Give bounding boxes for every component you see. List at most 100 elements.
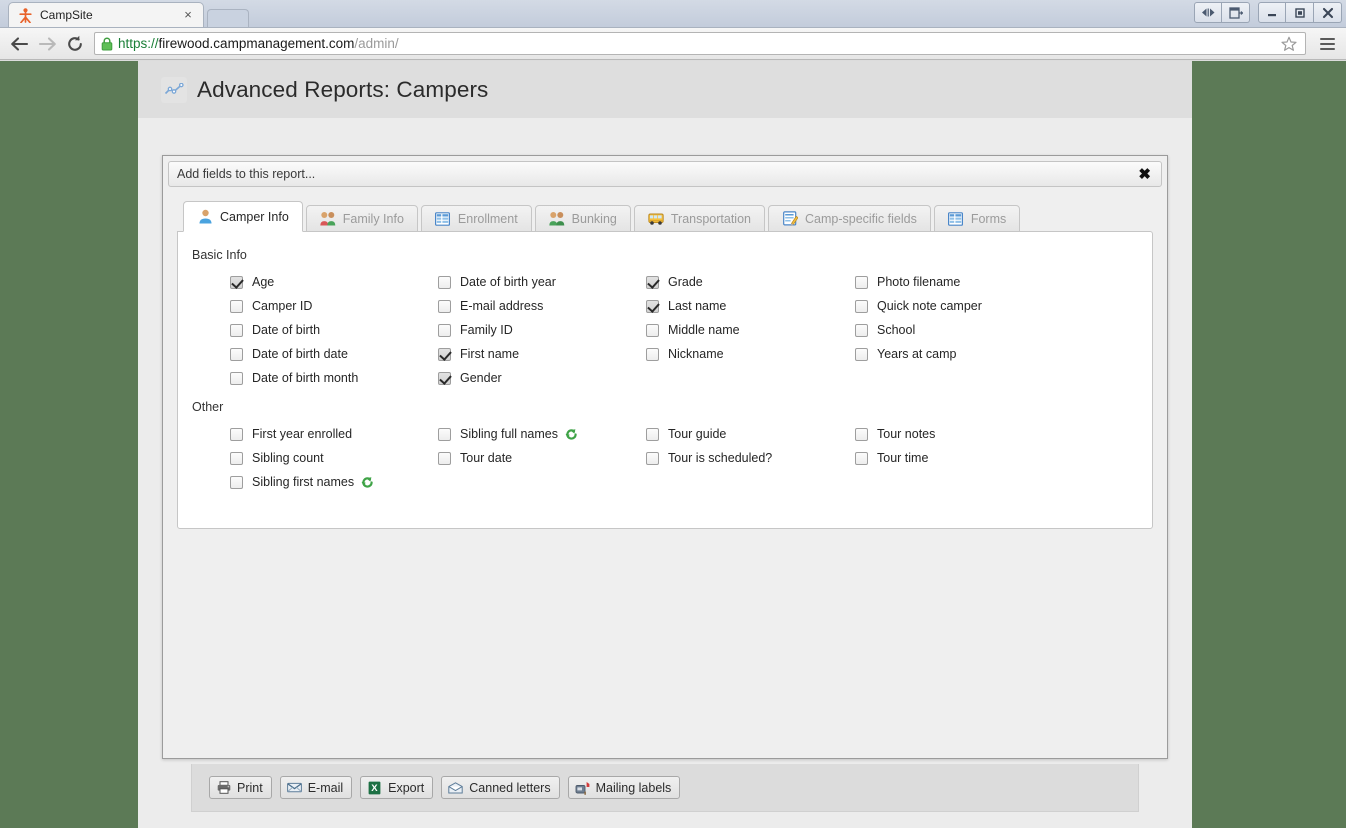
field-group-label: Basic Info — [192, 248, 247, 262]
mailbox-icon — [575, 780, 590, 795]
field-checkbox-nickname[interactable]: Nickname — [608, 345, 817, 363]
checkbox-input[interactable] — [855, 427, 868, 441]
checkbox-input[interactable] — [646, 275, 659, 289]
field-checkbox-label: Tour time — [877, 451, 929, 465]
checkbox-input[interactable] — [438, 451, 451, 465]
star-icon[interactable] — [1281, 36, 1297, 55]
checkbox-input[interactable] — [438, 427, 451, 441]
field-checkbox-tour-date[interactable]: Tour date — [400, 449, 608, 467]
back-arrow-icon[interactable] — [6, 31, 32, 57]
field-tab-camp-specific-fields[interactable]: Camp-specific fields — [768, 205, 931, 232]
field-checkbox-grade[interactable]: Grade — [608, 273, 817, 291]
checkbox-input[interactable] — [438, 299, 451, 313]
field-checkbox-sibling-count[interactable]: Sibling count — [192, 449, 400, 467]
checkbox-input[interactable] — [855, 323, 868, 337]
field-checkbox-date-of-birth-month[interactable]: Date of birth month — [192, 369, 400, 387]
checkbox-input[interactable] — [230, 451, 243, 465]
field-checkbox-sibling-full-names[interactable]: Sibling full names — [400, 425, 608, 443]
checkbox-input[interactable] — [230, 323, 243, 337]
field-tab-bunking[interactable]: Bunking — [534, 205, 631, 232]
field-tab-camper-info[interactable]: Camper Info — [183, 201, 303, 232]
field-checkbox-tour-is-scheduled[interactable]: Tour is scheduled? — [608, 449, 817, 467]
green-refresh-icon — [565, 428, 578, 441]
browser-tab-campsite[interactable]: CampSite × — [8, 2, 204, 27]
field-checkbox-label: Middle name — [668, 323, 740, 337]
field-checkbox-age[interactable]: Age — [192, 273, 400, 291]
field-tab-forms[interactable]: Forms — [933, 205, 1021, 232]
field-checkbox-label: Sibling full names — [460, 427, 558, 441]
field-checkbox-family-id[interactable]: Family ID — [400, 321, 608, 339]
checkbox-input[interactable] — [438, 323, 451, 337]
close-icon[interactable]: ✖ — [1136, 167, 1153, 182]
school-bus-icon — [648, 211, 664, 227]
field-checkbox-gender[interactable]: Gender — [400, 369, 608, 387]
field-checkbox-first-year-enrolled[interactable]: First year enrolled — [192, 425, 400, 443]
field-checkbox-quick-note-camper[interactable]: Quick note camper — [817, 297, 1027, 315]
field-checkbox-label: Date of birth date — [252, 347, 348, 361]
checkbox-input[interactable] — [646, 347, 659, 361]
field-checkbox-first-name[interactable]: First name — [400, 345, 608, 363]
family-icon — [320, 211, 336, 227]
e-mail-button[interactable]: E-mail — [279, 776, 353, 799]
checkbox-input[interactable] — [855, 299, 868, 313]
checkbox-input[interactable] — [855, 275, 868, 289]
field-checkbox-years-at-camp[interactable]: Years at camp — [817, 345, 1027, 363]
checkbox-input[interactable] — [646, 299, 659, 313]
field-checkbox-camper-id[interactable]: Camper ID — [192, 297, 400, 315]
checkbox-input[interactable] — [230, 275, 243, 289]
checkbox-input[interactable] — [230, 299, 243, 313]
field-tab-label: Bunking — [571, 211, 617, 226]
field-tab-family-info[interactable]: Family Info — [305, 205, 418, 232]
mailing-labels-button[interactable]: Mailing labels — [567, 776, 681, 799]
checkbox-input[interactable] — [855, 451, 868, 465]
browser-toolbar: https://firewood.campmanagement.com/admi… — [0, 28, 1346, 60]
field-tab-transportation[interactable]: Transportation — [633, 205, 765, 232]
field-checkbox-photo-filename[interactable]: Photo filename — [817, 273, 1027, 291]
checkbox-input[interactable] — [438, 347, 451, 361]
restore-pane-button[interactable] — [1222, 2, 1250, 23]
checkbox-input[interactable] — [230, 427, 243, 441]
field-checkbox-sibling-first-names[interactable]: Sibling first names — [192, 473, 400, 491]
field-checkbox-last-name[interactable]: Last name — [608, 297, 817, 315]
split-view-button[interactable] — [1194, 2, 1222, 23]
close-button[interactable] — [1314, 2, 1342, 23]
minimize-button[interactable] — [1258, 2, 1286, 23]
field-tabs-row: Camper Info Family Info Enrollment Bunking T… — [177, 200, 1153, 232]
field-checkbox-middle-name[interactable]: Middle name — [608, 321, 817, 339]
field-checkbox-school[interactable]: School — [817, 321, 1027, 339]
checkbox-input[interactable] — [230, 371, 243, 385]
checkbox-input[interactable] — [230, 475, 243, 489]
field-checkbox-label: Nickname — [668, 347, 724, 361]
field-checkbox-label: Camper ID — [252, 299, 313, 313]
field-checkbox-date-of-birth-date[interactable]: Date of birth date — [192, 345, 400, 363]
url-path: /admin/ — [354, 36, 399, 51]
window-controls-group-right — [1258, 2, 1342, 23]
checkbox-input[interactable] — [855, 347, 868, 361]
hamburger-menu-icon[interactable] — [1314, 31, 1340, 57]
field-checkbox-tour-notes[interactable]: Tour notes — [817, 425, 1027, 443]
checkbox-input[interactable] — [438, 371, 451, 385]
maximize-button[interactable] — [1286, 2, 1314, 23]
checkbox-input[interactable] — [230, 347, 243, 361]
line-chart-icon — [161, 76, 187, 103]
checkbox-input[interactable] — [438, 275, 451, 289]
canned-letters-button[interactable]: Canned letters — [441, 776, 560, 799]
table-icon — [948, 211, 964, 227]
checkbox-input[interactable] — [646, 323, 659, 337]
close-icon[interactable]: × — [181, 8, 195, 22]
field-checkbox-date-of-birth-year[interactable]: Date of birth year — [400, 273, 608, 291]
field-checkbox-tour-guide[interactable]: Tour guide — [608, 425, 817, 443]
address-bar[interactable]: https://firewood.campmanagement.com/admi… — [94, 32, 1306, 55]
reload-icon[interactable] — [62, 31, 88, 57]
checkbox-input[interactable] — [646, 427, 659, 441]
campsite-figure-icon — [17, 7, 33, 23]
field-tab-enrollment[interactable]: Enrollment — [420, 205, 532, 232]
field-checkbox-date-of-birth[interactable]: Date of birth — [192, 321, 400, 339]
export-button[interactable]: X Export — [360, 776, 434, 799]
checkbox-input[interactable] — [646, 451, 659, 465]
print-button[interactable]: Print — [209, 776, 272, 799]
field-checkbox-e-mail-address[interactable]: E-mail address — [400, 297, 608, 315]
field-checkbox-tour-time[interactable]: Tour time — [817, 449, 1027, 467]
new-tab-button[interactable] — [207, 9, 249, 27]
field-checkbox-label: Date of birth year — [460, 275, 556, 289]
